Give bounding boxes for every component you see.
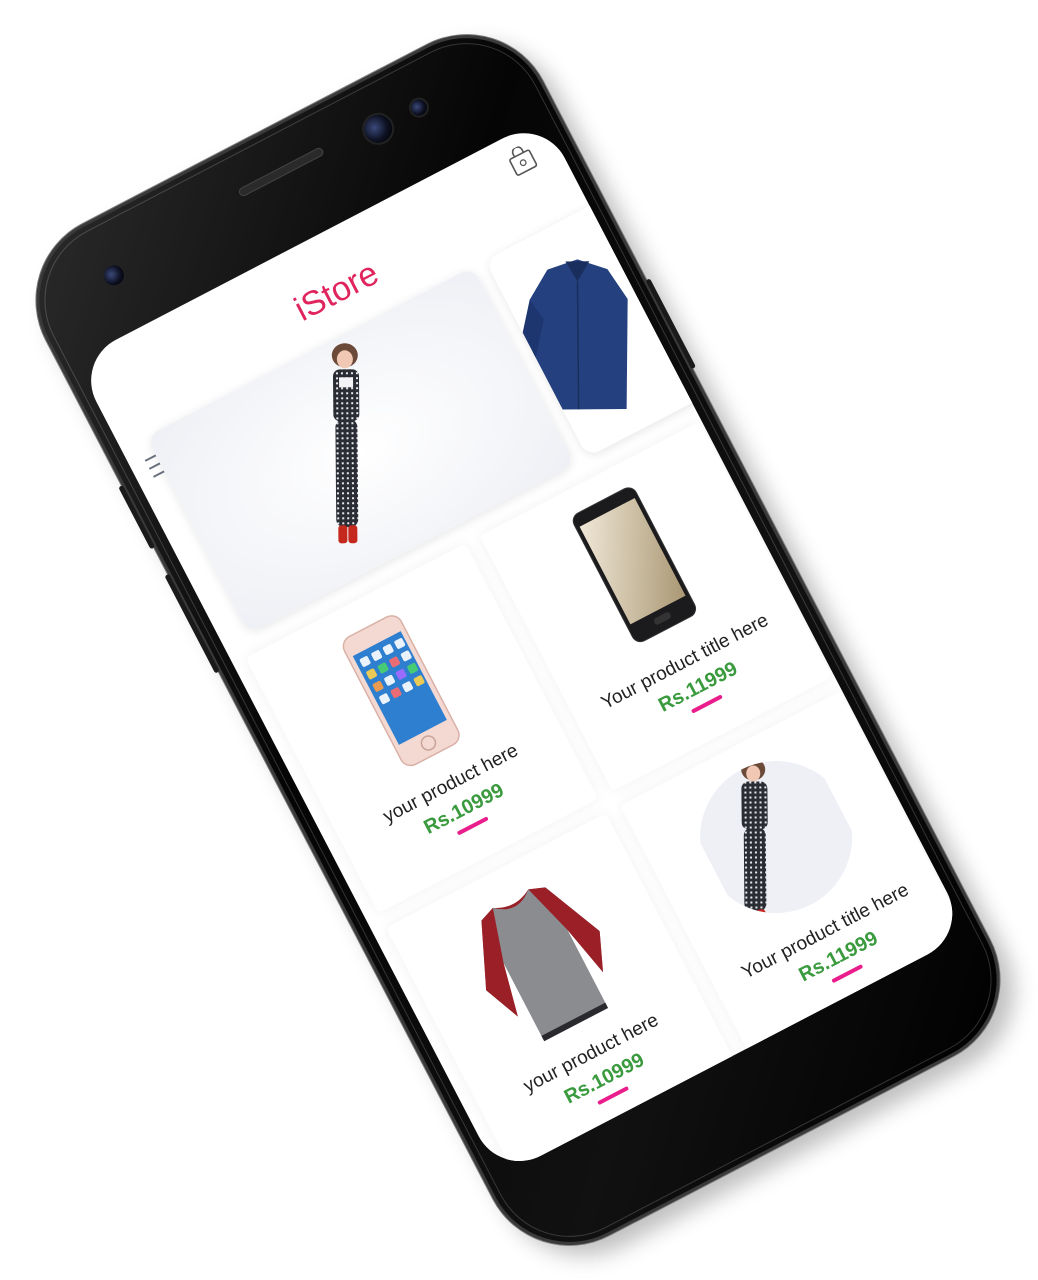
earpiece-speaker <box>238 147 324 197</box>
app-screen: iStore your product here Rs.10999 Your p… <box>75 117 969 1178</box>
smartphone-mockup: iStore your product here Rs.10999 Your p… <box>6 5 1030 1275</box>
front-camera-icon <box>359 109 398 148</box>
sensor-icon <box>100 261 128 289</box>
samsung-phone-product-image <box>572 487 697 643</box>
iris-scanner-icon <box>408 96 430 119</box>
product-showcase: iStore your product here Rs.10999 Your p… <box>0 0 1038 1280</box>
iphone-product-image <box>342 615 460 767</box>
